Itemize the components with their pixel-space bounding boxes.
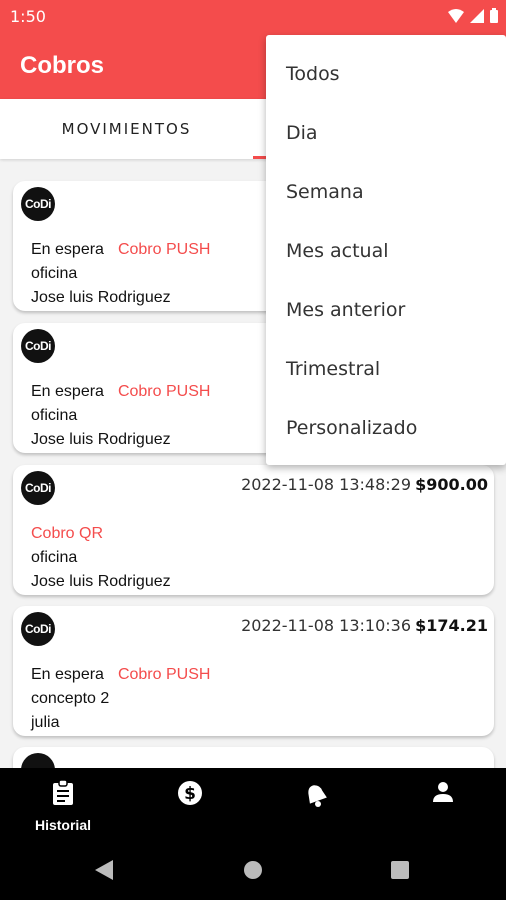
- codi-logo: CoDi: [21, 612, 55, 646]
- movement-name: Jose luis Rodriguez: [31, 289, 171, 306]
- movement-amount: $900.00: [415, 475, 488, 494]
- menu-item-trimestral[interactable]: Trimestral: [266, 340, 506, 399]
- recents-icon[interactable]: [391, 861, 409, 879]
- menu-item-mes-actual[interactable]: Mes actual: [266, 222, 506, 281]
- dollar-icon: $: [177, 780, 203, 811]
- back-icon[interactable]: [95, 860, 113, 880]
- nav-perfil[interactable]: [380, 768, 506, 838]
- menu-item-personalizado[interactable]: Personalizado: [266, 399, 506, 458]
- movement-type: Cobro PUSH: [117, 666, 211, 683]
- wifi-icon: [448, 8, 464, 23]
- movement-name: Jose luis Rodriguez: [31, 431, 171, 448]
- bell-icon: [302, 780, 330, 813]
- movement-amount: $174.21: [415, 616, 488, 635]
- codi-logo: CoDi: [21, 187, 55, 221]
- movement-status: En espera: [31, 666, 104, 683]
- page-title: Cobros: [20, 52, 104, 79]
- movement-name: Jose luis Rodriguez: [31, 573, 171, 590]
- movement-concept: oficina: [31, 265, 78, 282]
- menu-item-semana[interactable]: Semana: [266, 163, 506, 222]
- menu-item-mes-anterior[interactable]: Mes anterior: [266, 281, 506, 340]
- movement-concept: concepto 2: [31, 690, 110, 707]
- status-time: 1:50: [10, 7, 46, 26]
- movement-card[interactable]: [13, 747, 494, 768]
- movement-type: Cobro PUSH: [117, 241, 211, 258]
- tab-label: MOVIMIENTOS: [61, 120, 192, 138]
- menu-item-todos[interactable]: Todos: [266, 45, 506, 104]
- movement-card[interactable]: CoDi 2022-11-08 13:48:29 $900.00 Cobro Q…: [13, 465, 494, 595]
- codi-logo: CoDi: [21, 329, 55, 363]
- movement-concept: oficina: [31, 407, 78, 424]
- movement-date: 2022-11-08 13:48:29: [241, 475, 411, 494]
- codi-logo: CoDi: [21, 471, 55, 505]
- movement-name: julia: [31, 714, 60, 731]
- nav-cobros[interactable]: $: [127, 768, 253, 838]
- status-bar: 1:50: [0, 0, 506, 32]
- movement-status: En espera: [31, 383, 104, 400]
- bottom-nav: Historial $: [0, 768, 506, 838]
- movement-type: Cobro QR: [31, 525, 104, 542]
- movement-status: En espera: [31, 241, 104, 258]
- movement-date: 2022-11-08 13:10:36: [241, 616, 411, 635]
- status-icons: [448, 8, 498, 23]
- system-nav-bar: [0, 838, 506, 900]
- codi-logo: [21, 753, 55, 768]
- movement-type: Cobro PUSH: [117, 383, 211, 400]
- battery-icon: [490, 8, 498, 23]
- person-icon: [431, 780, 455, 809]
- clipboard-icon: [52, 779, 74, 811]
- filter-menu: Todos Dia Semana Mes actual Mes anterior…: [266, 35, 506, 465]
- movement-card[interactable]: CoDi 2022-11-08 13:10:36 $174.21 En espe…: [13, 606, 494, 736]
- nav-historial[interactable]: Historial: [0, 768, 126, 838]
- home-icon[interactable]: [244, 861, 262, 879]
- signal-icon: [470, 8, 484, 23]
- svg-text:$: $: [184, 784, 196, 804]
- menu-item-dia[interactable]: Dia: [266, 104, 506, 163]
- nav-label: Historial: [34, 817, 91, 833]
- nav-notificaciones[interactable]: [253, 768, 379, 838]
- movement-concept: oficina: [31, 549, 78, 566]
- tab-movimientos[interactable]: MOVIMIENTOS: [0, 99, 253, 159]
